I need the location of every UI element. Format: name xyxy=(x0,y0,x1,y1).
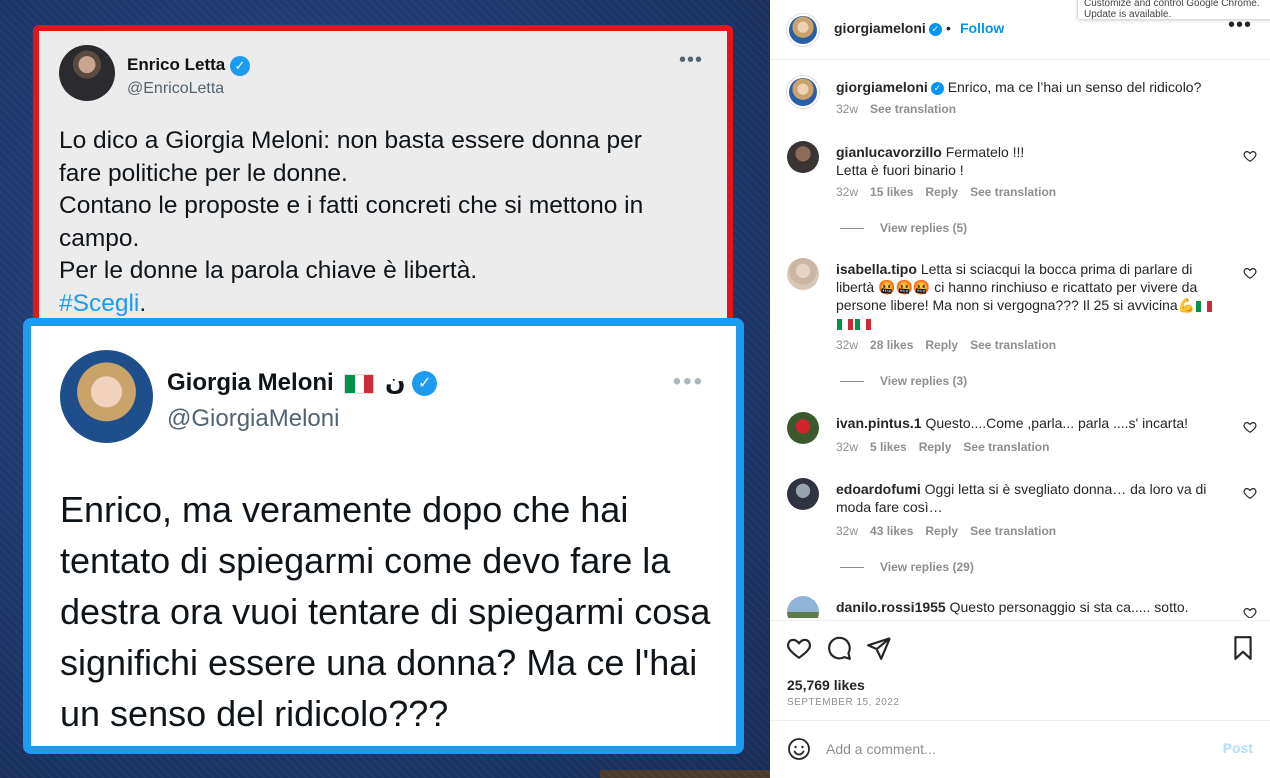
comment-meta: 32w 28 likes Reply See translation xyxy=(836,338,1057,352)
view-replies-button[interactable]: View replies (5) xyxy=(840,221,967,235)
like-comment-heart-icon[interactable] xyxy=(1243,606,1257,618)
meloni-tweet-card: Giorgia Meloni ن ✓ @GiorgiaMeloni ••• En… xyxy=(23,318,744,754)
add-comment-bar: Post xyxy=(770,720,1270,778)
verified-badge-icon: ✓ xyxy=(930,81,944,95)
italy-flag-icon xyxy=(1196,300,1213,312)
comment-text: edoardofumi Oggi letta si è svegliato do… xyxy=(836,481,1207,515)
commenter-avatar[interactable] xyxy=(787,596,819,618)
follow-button[interactable]: Follow xyxy=(960,20,1004,36)
commenter-avatar[interactable] xyxy=(787,412,819,444)
italy-flag-icon xyxy=(344,373,375,394)
like-comment-heart-icon[interactable] xyxy=(1243,420,1257,434)
post-header: giorgiameloni ✓ • Follow ••• Customize an… xyxy=(770,0,1270,60)
verified-badge-icon: ✓ xyxy=(229,55,250,76)
like-comment-heart-icon[interactable] xyxy=(1243,266,1257,280)
letta-name: Enrico Letta ✓ xyxy=(127,55,250,76)
like-comment-heart-icon[interactable] xyxy=(1243,486,1257,500)
media-bottom-strip xyxy=(600,770,770,778)
comment-text: isabella.tipo Letta si sciacqui la bocca… xyxy=(836,260,1226,332)
view-replies-button[interactable]: View replies (3) xyxy=(840,374,967,388)
meloni-avatar xyxy=(60,350,153,443)
see-translation-link[interactable]: See translation xyxy=(970,338,1056,352)
hashtag-scegli: #Scegli xyxy=(59,289,140,317)
verified-badge-icon: ✓ xyxy=(928,22,942,36)
post-date: SEPTEMBER 15, 2022 xyxy=(787,697,900,708)
more-icon: ••• xyxy=(678,49,703,71)
caption-text: giorgiameloni ✓ Enrico, ma ce l’hai un se… xyxy=(836,79,1202,95)
reply-button[interactable]: Reply xyxy=(925,338,958,352)
author-avatar[interactable] xyxy=(787,14,819,46)
letta-avatar xyxy=(59,45,115,101)
comment-input[interactable] xyxy=(826,737,1206,761)
view-replies-button[interactable]: View replies (29) xyxy=(840,560,974,574)
letta-tweet-text: Lo dico a Giorgia Meloni: non basta esse… xyxy=(59,127,644,317)
see-translation-link[interactable]: See translation xyxy=(870,102,956,116)
more-icon: ••• xyxy=(672,368,704,395)
likes-count[interactable]: 25,769 likes xyxy=(787,677,865,693)
meloni-handle: @GiorgiaMeloni xyxy=(167,405,340,432)
comments-list[interactable]: giorgiameloni ✓ Enrico, ma ce l’hai un se… xyxy=(770,61,1270,618)
bookmark-icon[interactable] xyxy=(1230,635,1256,661)
separator-dot: • xyxy=(946,20,951,36)
commenter-avatar[interactable] xyxy=(787,141,819,173)
post-comment-button[interactable]: Post xyxy=(1223,740,1253,756)
commenter-avatar[interactable] xyxy=(787,478,819,510)
see-translation-link[interactable]: See translation xyxy=(970,524,1056,538)
caption-username[interactable]: giorgiameloni xyxy=(836,79,928,95)
comment-meta: 32w 5 likes Reply See translation xyxy=(836,440,1050,454)
comment-text: gianlucavorzillo Fermatelo !!! Letta è f… xyxy=(836,144,1025,178)
meloni-name: Giorgia Meloni ن ✓ xyxy=(167,368,438,397)
comment-username[interactable]: danilo.rossi1955 xyxy=(836,599,946,615)
comment-icon[interactable] xyxy=(826,635,852,661)
author-avatar[interactable] xyxy=(787,76,819,108)
share-icon[interactable] xyxy=(866,635,892,661)
like-heart-icon[interactable] xyxy=(786,635,812,661)
letta-tweet-card: Enrico Letta ✓ @EnricoLetta ••• Lo dico … xyxy=(33,25,733,345)
commenter-avatar[interactable] xyxy=(787,258,819,290)
post-actions: 25,769 likes SEPTEMBER 15, 2022 xyxy=(770,620,1270,720)
comment-username[interactable]: isabella.tipo xyxy=(836,261,917,277)
comment-text: ivan.pintus.1 Questo....Come ,parla... p… xyxy=(836,415,1189,431)
caption-time: 32w xyxy=(836,102,859,116)
post-details-panel: giorgiameloni ✓ • Follow ••• Customize an… xyxy=(770,0,1270,778)
see-translation-link[interactable]: See translation xyxy=(963,440,1049,454)
post-media-image: Enrico Letta ✓ @EnricoLetta ••• Lo dico … xyxy=(0,0,770,778)
verified-badge-icon: ✓ xyxy=(412,371,438,397)
emoji-icon[interactable] xyxy=(787,737,811,761)
italy-flag-icon xyxy=(837,318,853,330)
comment-text: danilo.rossi1955 Questo personaggio si s… xyxy=(836,599,1189,615)
comment-username[interactable]: gianlucavorzillo xyxy=(836,144,942,160)
italy-flag-icon xyxy=(855,318,871,330)
reply-button[interactable]: Reply xyxy=(925,185,958,199)
chrome-update-tooltip: Customize and control Google Chrome. Upd… xyxy=(1077,0,1270,20)
comment-username[interactable]: ivan.pintus.1 xyxy=(836,415,922,431)
comment-meta: 32w 43 likes Reply See translation xyxy=(836,524,1057,538)
letta-handle: @EnricoLetta xyxy=(127,80,225,97)
like-comment-heart-icon[interactable] xyxy=(1243,149,1257,163)
reply-button[interactable]: Reply xyxy=(925,524,958,538)
author-username[interactable]: giorgiameloni ✓ xyxy=(834,20,942,36)
comment-meta: 32w 15 likes Reply See translation xyxy=(836,185,1057,199)
caption-meta: 32w See translation xyxy=(836,102,956,116)
comment-username[interactable]: edoardofumi xyxy=(836,481,921,497)
meloni-tweet-text: Enrico, ma veramente dopo che hai tentat… xyxy=(60,489,711,734)
see-translation-link[interactable]: See translation xyxy=(970,185,1056,199)
reply-button[interactable]: Reply xyxy=(919,440,952,454)
